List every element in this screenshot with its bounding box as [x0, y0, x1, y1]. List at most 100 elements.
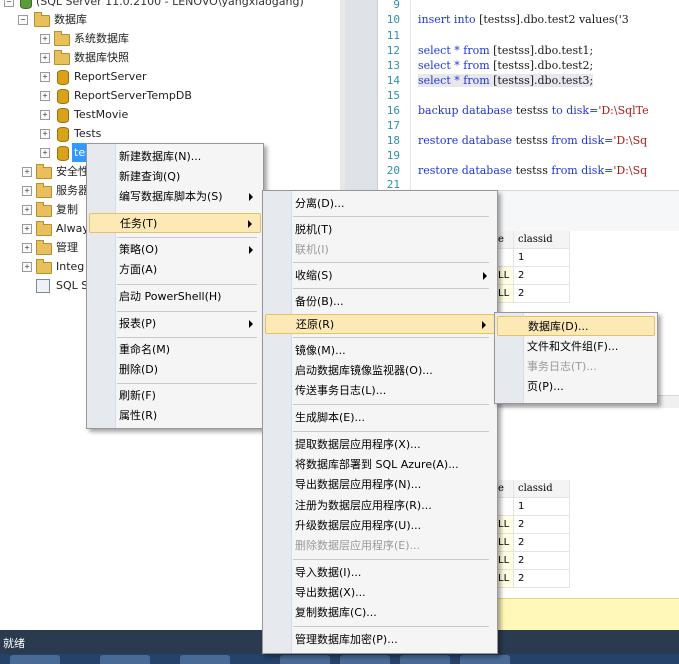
menu-item-new-database[interactable]: 新建数据库(N)... — [89, 147, 261, 167]
taskbar-button[interactable] — [460, 655, 510, 664]
code-line-13: select * from [testss].dbo.test2; — [418, 59, 594, 72]
menu-item-take-offline[interactable]: 脱机(T) — [265, 220, 495, 240]
folder-icon — [36, 259, 52, 274]
menu-item-generate-scripts[interactable]: 生成脚本(E)... — [265, 408, 495, 428]
expand-icon[interactable]: + — [40, 110, 50, 120]
expand-icon[interactable]: + — [22, 186, 32, 196]
taskbar-button[interactable] — [180, 655, 230, 664]
line-number: 14 — [386, 74, 400, 87]
results-grid-1[interactable]: e classid 1 LL 2 LL 2 — [494, 231, 679, 311]
expand-icon[interactable]: + — [40, 53, 50, 63]
grid-cell[interactable]: 2 — [514, 285, 570, 303]
context-menu-restore: 数据库(D)... 文件和文件组(F)... 事务日志(T)... 页(P)..… — [494, 312, 658, 404]
menu-item-extract-data-tier-app[interactable]: 提取数据层应用程序(X)... — [265, 435, 495, 455]
grid-header-classid[interactable]: classid — [514, 231, 570, 249]
line-number: 10 — [386, 13, 400, 26]
menu-item-restore-page[interactable]: 页(P)... — [497, 377, 655, 397]
expand-icon[interactable]: + — [22, 262, 32, 272]
database-icon — [57, 70, 69, 85]
menu-item-restore-database[interactable]: 数据库(D)... — [497, 316, 655, 336]
database-icon — [57, 146, 69, 161]
folder-icon — [54, 31, 70, 46]
menu-item-export-data-tier-app[interactable]: 导出数据层应用程序(N)... — [265, 475, 495, 495]
sql-agent-icon — [36, 279, 50, 293]
expand-icon[interactable]: + — [22, 167, 32, 177]
menu-item-tasks[interactable]: 任务(T) — [89, 213, 261, 233]
menu-item-ship-transaction-logs[interactable]: 传送事务日志(L)... — [265, 381, 495, 401]
line-number: 20 — [386, 164, 400, 177]
menu-item-reports[interactable]: 报表(P) — [89, 314, 261, 334]
grid-cell[interactable]: 2 — [514, 552, 570, 570]
taskbar-button[interactable] — [10, 655, 60, 664]
menu-item-bring-online[interactable]: 联机(I) — [265, 240, 495, 260]
grid-cell[interactable]: 2 — [514, 267, 570, 285]
menu-item-script-database-as[interactable]: 编写数据库脚本为(S) — [89, 187, 261, 207]
menu-item-facets[interactable]: 方面(A) — [89, 260, 261, 280]
grid-cell[interactable]: 2 — [514, 570, 570, 588]
submenu-arrow-icon — [249, 320, 253, 328]
menu-item-launch-mirror-monitor[interactable]: 启动数据库镜像监视器(O)... — [265, 361, 495, 381]
menu-item-mirror[interactable]: 镜像(M)... — [265, 341, 495, 361]
grid-cell[interactable]: 2 — [514, 516, 570, 534]
expand-icon[interactable]: + — [40, 72, 50, 82]
menu-item-delete[interactable]: 删除(D) — [89, 360, 261, 380]
menu-item-detach[interactable]: 分离(D)... — [265, 194, 495, 214]
grid-cell[interactable]: 1 — [514, 249, 570, 267]
menu-item-copy-database[interactable]: 复制数据库(C)... — [265, 603, 495, 623]
menu-item-import-data[interactable]: 导入数据(I)... — [265, 563, 495, 583]
expand-icon[interactable]: + — [22, 205, 32, 215]
menu-separator — [117, 337, 257, 338]
expand-icon[interactable]: + — [40, 129, 50, 139]
query-editor[interactable]: 9 10 11 12 13 14 15 16 17 18 19 20 21 in… — [377, 0, 679, 191]
code-line-14: select * from [testss].dbo.test3; — [418, 74, 594, 87]
menu-item-delete-data-tier-app[interactable]: 删除数据层应用程序(E)... — [265, 536, 495, 556]
folder-icon — [36, 221, 52, 236]
expand-icon[interactable]: + — [40, 91, 50, 101]
code-line-10: insert into [testss].dbo.test2 values('3 — [418, 13, 629, 26]
menu-item-properties[interactable]: 属性(R) — [89, 406, 261, 426]
expand-icon[interactable]: + — [22, 243, 32, 253]
editor-left-margin — [345, 0, 377, 190]
grid-header-classid[interactable]: classid — [514, 480, 570, 498]
taskbar-button[interactable] — [340, 655, 390, 664]
menu-separator — [117, 237, 257, 238]
collapse-icon[interactable]: − — [18, 15, 28, 25]
collapse-icon[interactable]: − — [4, 0, 14, 7]
taskbar-button[interactable] — [100, 655, 150, 664]
expand-icon[interactable]: + — [40, 34, 50, 44]
grid-cell[interactable]: 1 — [514, 498, 570, 516]
menu-item-rename[interactable]: 重命名(M) — [89, 340, 261, 360]
menu-item-policies[interactable]: 策略(O) — [89, 240, 261, 260]
expand-icon[interactable]: + — [40, 148, 50, 158]
menu-separator — [117, 383, 257, 384]
menu-separator — [293, 262, 489, 263]
taskbar-button[interactable] — [280, 655, 330, 664]
menu-item-backup[interactable]: 备份(B)... — [265, 292, 495, 312]
database-icon — [57, 127, 69, 142]
menu-item-register-data-tier-app[interactable]: 注册为数据层应用程序(R)... — [265, 496, 495, 516]
menu-separator — [293, 288, 489, 289]
expand-icon[interactable]: + — [22, 224, 32, 234]
menu-item-new-query[interactable]: 新建查询(Q) — [89, 167, 261, 187]
context-menu-database: 新建数据库(N)... 新建查询(Q) 编写数据库脚本为(S) 任务(T) 策略… — [86, 143, 264, 429]
taskbar-button[interactable] — [400, 655, 450, 664]
line-number: 19 — [386, 149, 400, 162]
results-grid-2[interactable]: e classid 1 LL 2 LL 2 LL 2 LL 2 — [494, 480, 679, 600]
menu-item-start-powershell[interactable]: 启动 PowerShell(H) — [89, 287, 261, 307]
context-menu-tasks: 分离(D)... 脱机(T) 联机(I) 收缩(S) 备份(B)... 还原(R… — [262, 190, 498, 654]
menu-item-export-data[interactable]: 导出数据(X)... — [265, 583, 495, 603]
menu-item-manage-encryption[interactable]: 管理数据库加密(P)... — [265, 630, 495, 650]
menu-item-restore-transaction-log[interactable]: 事务日志(T)... — [497, 357, 655, 377]
menu-item-restore[interactable]: 还原(R) — [265, 314, 495, 334]
menu-item-deploy-to-azure[interactable]: 将数据库部署到 SQL Azure(A)... — [265, 455, 495, 475]
menu-item-upgrade-data-tier-app[interactable]: 升级数据层应用程序(U)... — [265, 516, 495, 536]
change-margin — [405, 0, 411, 190]
menu-item-refresh[interactable]: 刷新(F) — [89, 386, 261, 406]
menu-separator — [293, 431, 489, 432]
menu-separator — [293, 626, 489, 627]
grid-cell[interactable]: 2 — [514, 534, 570, 552]
menu-separator — [117, 311, 257, 312]
menu-item-shrink[interactable]: 收缩(S) — [265, 266, 495, 286]
menu-item-restore-files-filegroups[interactable]: 文件和文件组(F)... — [497, 337, 655, 357]
code-line-16: backup database testss to disk='D:\SqlTe — [418, 104, 649, 117]
